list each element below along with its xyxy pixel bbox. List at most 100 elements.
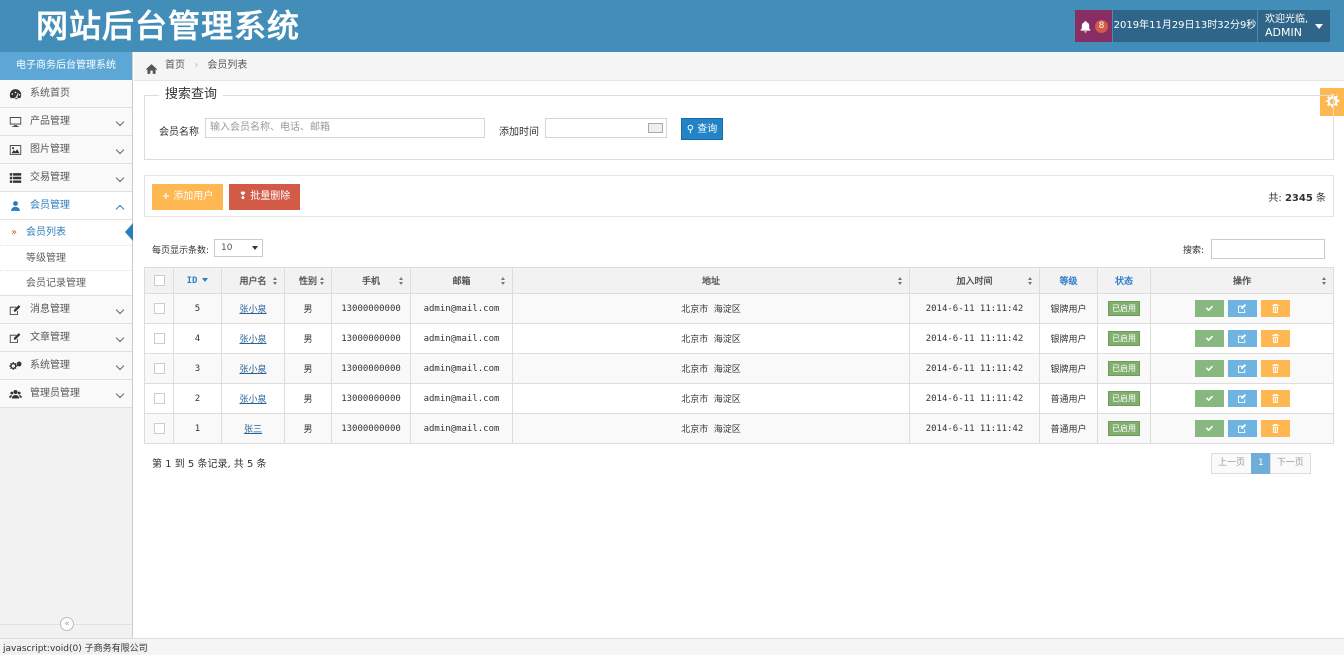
select-all-checkbox[interactable] <box>153 275 165 286</box>
column-label: 加入时间 <box>956 277 993 287</box>
cell-gender: 男 <box>284 293 332 324</box>
sidebar-item-label: 会员管理 <box>30 200 70 211</box>
column-header-address[interactable]: 地址 <box>512 267 910 294</box>
enable-button[interactable] <box>1194 390 1224 407</box>
sidebar-item-products[interactable]: 产品管理 <box>0 108 132 136</box>
page-length-select[interactable]: 10 <box>214 239 263 257</box>
sidebar-item-label: 系统首页 <box>30 88 70 99</box>
sidebar-item-label: 产品管理 <box>30 116 70 127</box>
username-link[interactable]: 张小泉 <box>239 335 266 345</box>
column-label: 邮箱 <box>452 277 471 287</box>
batch-delete-button[interactable]: ❢ 批量删除 <box>229 184 300 210</box>
column-header-id[interactable]: ID <box>173 267 222 294</box>
row-checkbox[interactable] <box>153 363 165 374</box>
user-menu[interactable]: 欢迎光临, ADMIN <box>1258 10 1330 42</box>
submenu-item-records[interactable]: 会员记录管理 <box>0 270 132 295</box>
sidebar-item-articles[interactable]: 文章管理 <box>0 324 132 352</box>
action-toolbar: + 添加用户 ❢ 批量删除 共: 2345 条 <box>144 175 1334 217</box>
cell-username: 张小泉 <box>221 293 285 324</box>
total-prefix: 共: <box>1268 193 1282 204</box>
cell-id: 2 <box>173 383 222 414</box>
cell-email: admin@mail.com <box>410 413 513 444</box>
chevron-down-icon <box>115 117 125 127</box>
chevron-up-icon <box>115 204 125 214</box>
sidebar-item-home[interactable]: 系统首页 <box>0 80 132 108</box>
username-link[interactable]: 张小泉 <box>239 365 266 375</box>
cell-id: 5 <box>173 293 222 324</box>
delete-button[interactable] <box>1260 360 1290 377</box>
breadcrumb-separator: › <box>194 60 199 71</box>
status-badge: 已启用 <box>1108 361 1140 376</box>
trash-icon: ❢ <box>238 191 248 202</box>
total-count: 共: 2345 条 <box>1268 189 1326 204</box>
cell-username: 张小泉 <box>221 383 285 414</box>
sidebar-item-messages[interactable]: 消息管理 <box>0 296 132 324</box>
delete-button[interactable] <box>1260 330 1290 347</box>
add-time-input[interactable] <box>545 118 667 138</box>
next-page-button[interactable]: 下一页 <box>1269 453 1311 474</box>
breadcrumb-home-link[interactable]: 首页 <box>165 60 185 71</box>
delete-button[interactable] <box>1260 300 1290 317</box>
edit-button[interactable] <box>1227 390 1257 407</box>
sidebar-item-members[interactable]: 会员管理 <box>0 192 132 220</box>
sidebar-collapse-button[interactable]: « <box>60 617 74 631</box>
add-user-button[interactable]: + 添加用户 <box>152 184 223 210</box>
table-search-input[interactable] <box>1211 239 1325 259</box>
row-checkbox[interactable] <box>153 303 165 314</box>
table-row: 4 张小泉 男 13000000000 admin@mail.com 北京市 海淀区 201… <box>144 323 1334 354</box>
enable-button[interactable] <box>1194 360 1224 377</box>
edit-button[interactable] <box>1227 360 1257 377</box>
row-select-cell <box>144 293 174 324</box>
cell-gender: 男 <box>284 383 332 414</box>
enable-button[interactable] <box>1194 300 1224 317</box>
delete-button[interactable] <box>1260 390 1290 407</box>
row-checkbox[interactable] <box>153 333 165 344</box>
edit-button[interactable] <box>1227 330 1257 347</box>
edit-button[interactable] <box>1227 300 1257 317</box>
page-button-1[interactable]: 1 <box>1251 453 1271 474</box>
column-header-actions[interactable]: 操作 <box>1150 267 1334 294</box>
cell-actions <box>1150 293 1334 324</box>
statusbar-text: javascript:void(0) 子商务有限公司 <box>3 641 148 654</box>
enable-button[interactable] <box>1194 330 1224 347</box>
desktop-icon <box>9 116 22 128</box>
sidebar-item-admins[interactable]: 管理员管理 <box>0 380 132 408</box>
cell-status: 已启用 <box>1097 383 1151 414</box>
sidebar-item-trade[interactable]: 交易管理 <box>0 164 132 192</box>
query-button[interactable]: ⚲ 查询 <box>681 118 723 140</box>
sidebar-item-label: 文章管理 <box>30 332 70 343</box>
dashboard-icon <box>9 88 22 100</box>
delete-button[interactable] <box>1260 420 1290 437</box>
column-header-joined[interactable]: 加入时间 <box>909 267 1040 294</box>
row-checkbox[interactable] <box>153 393 165 404</box>
query-button-label: 查询 <box>697 124 718 135</box>
column-header-username[interactable]: 用户名 <box>221 267 285 294</box>
sidebar-item-label: 交易管理 <box>30 172 70 183</box>
sidebar-item-images[interactable]: 图片管理 <box>0 136 132 164</box>
username-link[interactable]: 张三 <box>244 425 262 435</box>
cell-address: 北京市 海淀区 <box>512 293 910 324</box>
username-link[interactable]: 张小泉 <box>239 395 266 405</box>
username-link[interactable]: 张小泉 <box>239 305 266 315</box>
member-name-input[interactable]: 输入会员名称、电话、邮箱 <box>205 118 485 138</box>
row-checkbox[interactable] <box>153 423 165 434</box>
column-header-phone[interactable]: 手机 <box>331 267 411 294</box>
sidebar-item-system[interactable]: 系统管理 <box>0 352 132 380</box>
current-datetime: 2019年11月29日13时32分9秒 <box>1113 10 1257 42</box>
column-header-gender[interactable]: 性别 <box>284 267 332 294</box>
column-header-email[interactable]: 邮箱 <box>410 267 513 294</box>
group-icon <box>9 388 22 400</box>
chevron-down-icon <box>115 305 125 315</box>
edit-button[interactable] <box>1227 420 1257 437</box>
notification-button[interactable]: 8 <box>1075 10 1112 42</box>
enable-button[interactable] <box>1194 420 1224 437</box>
submenu-item-member-list[interactable]: » 会员列表 <box>0 220 133 245</box>
submenu-item-level[interactable]: 等级管理 <box>0 245 132 270</box>
cell-email: admin@mail.com <box>410 293 513 324</box>
column-label: 等级 <box>1059 277 1078 287</box>
page-length-label: 每页显示条数: <box>152 246 210 256</box>
table-info: 第 1 到 5 条记录, 共 5 条 <box>152 459 267 470</box>
total-suffix: 条 <box>1316 193 1326 204</box>
prev-page-button[interactable]: 上一页 <box>1211 453 1253 474</box>
sort-icon <box>320 277 325 286</box>
